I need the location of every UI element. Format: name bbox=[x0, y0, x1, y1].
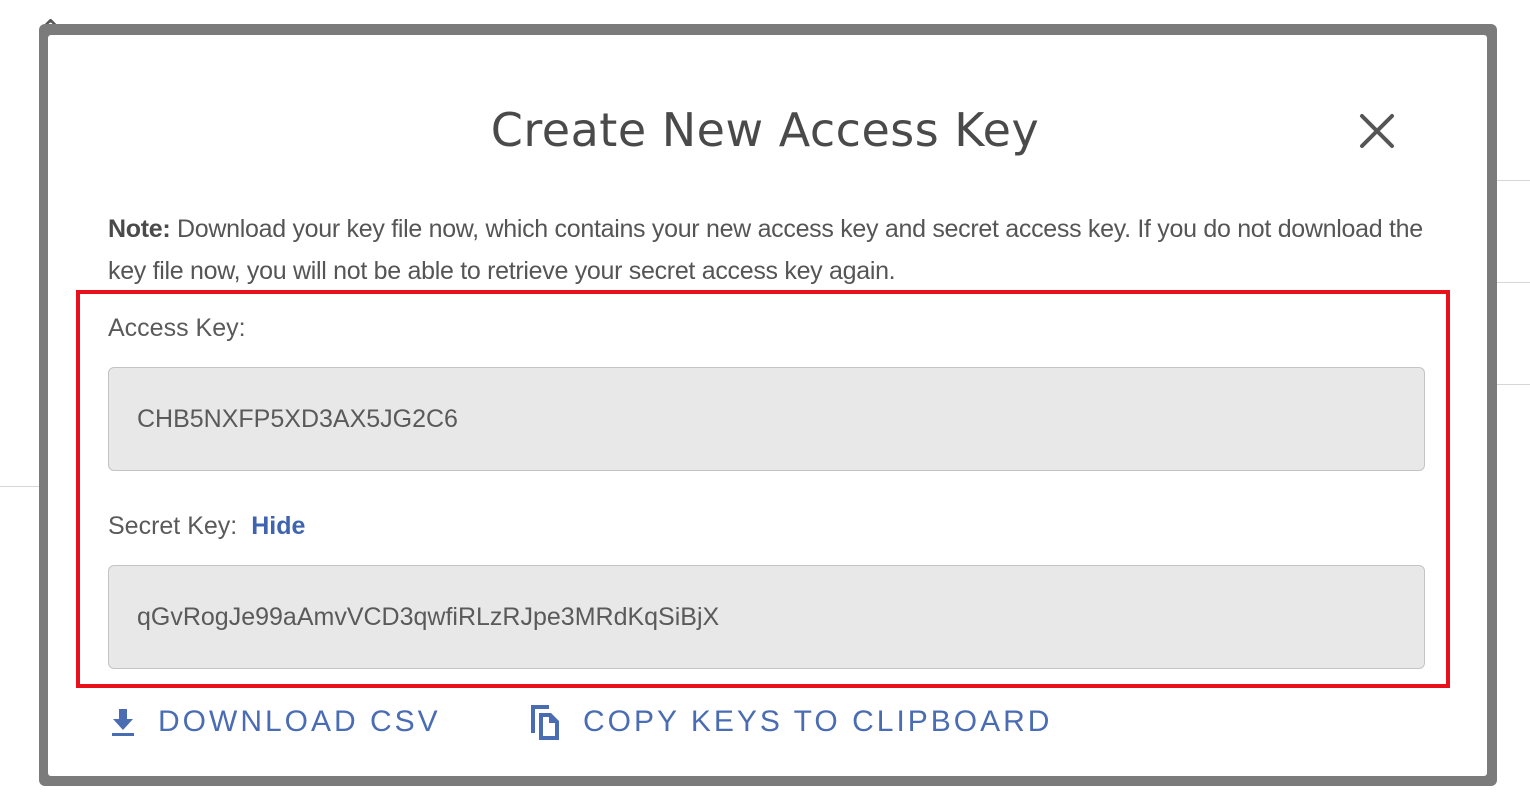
hide-secret-link[interactable]: Hide bbox=[251, 512, 305, 540]
background-divider bbox=[1497, 282, 1530, 283]
download-csv-button[interactable]: DOWNLOAD CSV bbox=[110, 700, 441, 744]
access-key-field[interactable]: CHB5NXFP5XD3AX5JG2C6 bbox=[108, 367, 1425, 471]
access-key-label: Access Key: bbox=[108, 314, 246, 342]
background-divider bbox=[1497, 384, 1530, 385]
dialog-title: Create New Access Key bbox=[490, 103, 1040, 157]
download-csv-label: DOWNLOAD CSV bbox=[158, 705, 441, 738]
secret-key-field[interactable]: qGvRogJe99aAmvVCD3qwfiRLzRJpe3MRdKqSiBjX bbox=[108, 565, 1425, 669]
copy-icon bbox=[527, 702, 561, 742]
note-label: Note: bbox=[108, 215, 171, 243]
copy-keys-label: COPY KEYS TO CLIPBOARD bbox=[583, 705, 1053, 738]
secret-key-label: Secret Key: bbox=[108, 512, 238, 540]
background-divider bbox=[1497, 180, 1530, 181]
close-button[interactable] bbox=[1352, 108, 1402, 154]
download-icon bbox=[110, 707, 136, 737]
close-icon bbox=[1360, 114, 1394, 148]
background-divider bbox=[0, 486, 39, 487]
download-note: Note: Download your key file now, which … bbox=[108, 208, 1428, 292]
note-text: Download your key file now, which contai… bbox=[108, 215, 1423, 285]
copy-keys-button[interactable]: COPY KEYS TO CLIPBOARD bbox=[527, 700, 1052, 744]
secret-key-label-row: Secret Key: Hide bbox=[108, 512, 305, 541]
